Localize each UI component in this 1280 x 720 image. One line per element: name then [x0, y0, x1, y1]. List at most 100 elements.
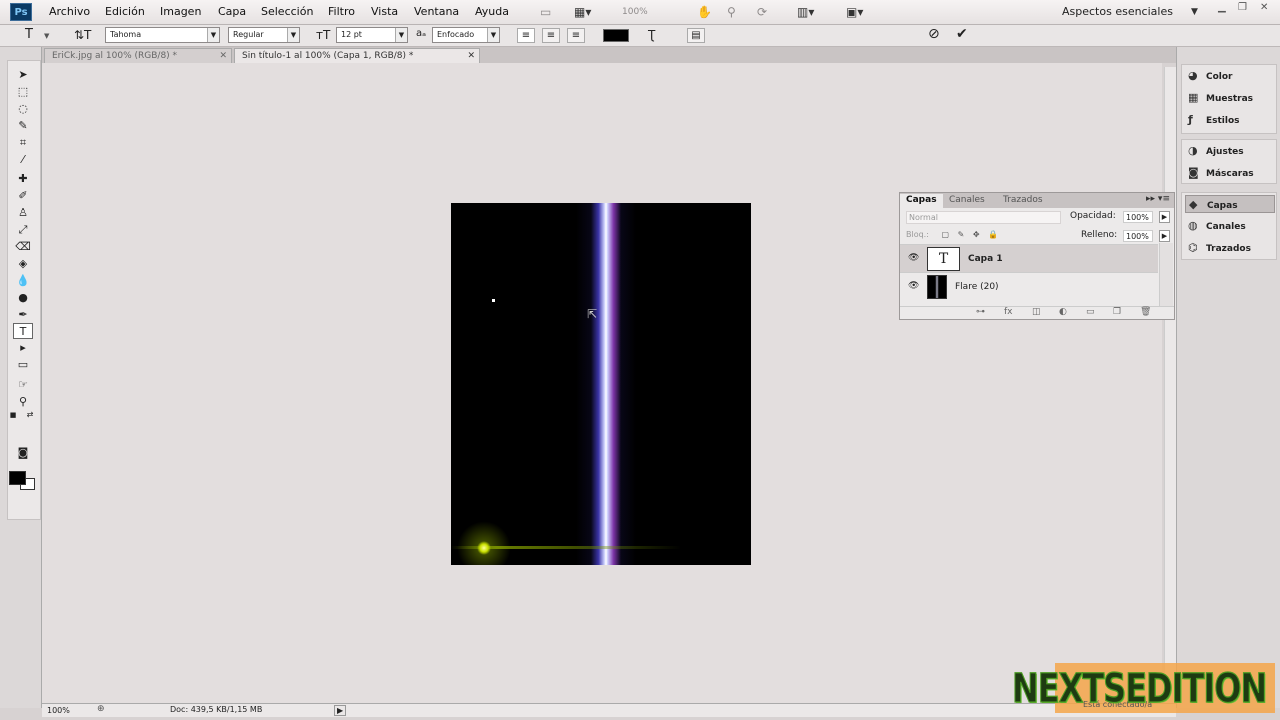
close-icon[interactable]: ✕: [467, 49, 475, 63]
warp-text-icon[interactable]: Ʈ: [648, 28, 655, 42]
link-layers-icon[interactable]: ⊶: [976, 307, 985, 317]
close-icon[interactable]: ✕: [219, 49, 227, 63]
marquee-tool-icon[interactable]: ⬚: [13, 84, 33, 100]
opacity-field[interactable]: 100%: [1123, 211, 1153, 223]
history-brush-tool-icon[interactable]: ⤢: [13, 222, 33, 238]
new-layer-icon[interactable]: ❐: [1113, 307, 1121, 317]
font-size-select[interactable]: 12 pt ▼: [336, 27, 408, 43]
panel-menu-icon[interactable]: ▸▸ ▾≡: [1146, 194, 1170, 204]
eyedropper-tool-icon[interactable]: ⁄: [13, 152, 33, 168]
preset-dropdown-icon[interactable]: ▼: [44, 32, 49, 40]
dock-item-ajustes[interactable]: ◑ Ajustes: [1188, 142, 1278, 160]
canvas-area[interactable]: ⇱: [42, 63, 1176, 704]
type-tool-preset-icon[interactable]: T: [25, 27, 33, 42]
quick-selection-tool-icon[interactable]: ✎: [13, 118, 33, 134]
screen-mode-icon[interactable]: ▣▾: [846, 5, 863, 19]
lock-all-icon[interactable]: 🔒: [988, 230, 998, 239]
cancel-edit-icon[interactable]: ⊘: [928, 26, 940, 42]
menu-vista[interactable]: Vista: [371, 5, 398, 18]
eraser-tool-icon[interactable]: ⌫: [13, 239, 33, 255]
tab-sin-titulo[interactable]: Sin título-1 al 100% (Capa 1, RGB/8) * ✕: [234, 48, 480, 63]
quick-mask-icon[interactable]: ◙: [13, 445, 33, 461]
layer-row-capa-1[interactable]: 👁 T Capa 1: [900, 244, 1158, 272]
lasso-tool-icon[interactable]: ◌: [13, 101, 33, 117]
dock-item-canales[interactable]: ◍ Canales: [1188, 217, 1278, 235]
close-window-icon[interactable]: ✕: [1260, 2, 1268, 13]
restore-icon[interactable]: ❐: [1238, 2, 1247, 13]
shape-tool-icon[interactable]: ▭: [13, 357, 33, 373]
character-panel-button[interactable]: ▤: [687, 28, 705, 43]
menu-imagen[interactable]: Imagen: [160, 5, 201, 18]
hand-tool-icon[interactable]: ☞: [13, 377, 33, 393]
minimize-icon[interactable]: ▁: [1218, 2, 1226, 13]
fill-field[interactable]: 100%: [1123, 230, 1153, 242]
path-selection-tool-icon[interactable]: ▸: [13, 340, 33, 356]
antialias-select[interactable]: Enfocado ▼: [432, 27, 500, 43]
lock-transparency-icon[interactable]: ▢: [941, 230, 949, 239]
menu-filtro[interactable]: Filtro: [328, 5, 355, 18]
paint-bucket-tool-icon[interactable]: ◈: [13, 256, 33, 272]
dodge-tool-icon[interactable]: ●: [13, 290, 33, 306]
menu-edicion[interactable]: Edición: [105, 5, 145, 18]
move-tool-icon[interactable]: ➤: [13, 67, 33, 83]
arrange-documents-icon[interactable]: ▥▾: [797, 5, 814, 19]
status-preview-icon[interactable]: ⊕: [97, 704, 105, 714]
document-canvas[interactable]: ⇱: [451, 203, 751, 565]
status-menu-arrow-icon[interactable]: ▶: [334, 705, 347, 716]
visibility-eye-icon[interactable]: 👁: [908, 253, 919, 263]
dock-item-estilos[interactable]: ƒ Estilos: [1188, 111, 1278, 129]
align-right-button[interactable]: ≡: [567, 28, 585, 43]
healing-brush-tool-icon[interactable]: ✚: [13, 171, 33, 187]
dock-item-capas[interactable]: ◆ Capas: [1185, 195, 1275, 213]
workspace-dropdown-icon[interactable]: ▼: [1191, 7, 1198, 17]
pen-tool-icon[interactable]: ✒: [13, 307, 33, 323]
font-family-select[interactable]: Tahoma ▼: [105, 27, 220, 43]
dock-item-mascaras[interactable]: ◙ Máscaras: [1188, 164, 1278, 182]
rotate-view-icon[interactable]: ⟳: [757, 5, 767, 19]
hand-tool-icon[interactable]: ✋: [697, 5, 712, 19]
add-mask-icon[interactable]: ◫: [1032, 307, 1041, 317]
vertical-scrollbar[interactable]: [1164, 67, 1176, 703]
status-zoom-field[interactable]: 100%: [47, 706, 70, 715]
font-style-select[interactable]: Regular ▼: [228, 27, 300, 43]
blur-tool-icon[interactable]: 💧: [13, 273, 33, 289]
text-color-swatch[interactable]: [603, 29, 629, 42]
workspace-switcher[interactable]: Aspectos esenciales: [1062, 5, 1173, 18]
adjustment-layer-icon[interactable]: ◐: [1059, 307, 1067, 317]
visibility-eye-icon[interactable]: 👁: [908, 281, 919, 291]
lock-position-icon[interactable]: ✥: [973, 230, 980, 239]
dock-item-color[interactable]: ◕ Color: [1188, 67, 1278, 85]
opacity-slider-icon[interactable]: ▶: [1159, 211, 1170, 223]
align-left-button[interactable]: ≡: [517, 28, 535, 43]
dock-item-muestras[interactable]: ▦ Muestras: [1188, 89, 1278, 107]
clone-stamp-tool-icon[interactable]: ♙: [13, 205, 33, 221]
menu-ayuda[interactable]: Ayuda: [475, 5, 509, 18]
swap-colors-icon[interactable]: ⇄: [24, 407, 36, 423]
default-colors-icon[interactable]: ■: [8, 407, 18, 423]
lock-pixels-icon[interactable]: ✎: [958, 230, 965, 239]
text-orientation-icon[interactable]: ⇅T: [74, 28, 91, 42]
dock-item-trazados[interactable]: ⌬ Trazados: [1188, 239, 1278, 257]
menu-archivo[interactable]: Archivo: [49, 5, 90, 18]
tab-canales[interactable]: Canales: [943, 194, 991, 208]
brush-tool-icon[interactable]: ✐: [13, 188, 33, 204]
fill-slider-icon[interactable]: ▶: [1159, 230, 1170, 242]
delete-layer-icon[interactable]: 🗑: [1140, 307, 1151, 317]
menu-capa[interactable]: Capa: [218, 5, 246, 18]
menu-seleccion[interactable]: Selección: [261, 5, 313, 18]
crop-tool-icon[interactable]: ⌗: [13, 135, 33, 151]
layers-scrollbar[interactable]: [1159, 243, 1173, 306]
menu-ventana[interactable]: Ventana: [414, 5, 459, 18]
commit-edit-icon[interactable]: ✔: [956, 26, 968, 42]
tab-erick[interactable]: EriCk.jpg al 100% (RGB/8) * ✕: [44, 48, 232, 63]
layer-style-icon[interactable]: fx: [1004, 307, 1013, 317]
foreground-color-swatch[interactable]: [9, 471, 26, 485]
bridge-icon[interactable]: ▭: [540, 5, 551, 19]
zoom-tool-icon[interactable]: ⚲: [727, 5, 736, 19]
align-center-button[interactable]: ≡: [542, 28, 560, 43]
tab-trazados[interactable]: Trazados: [997, 194, 1049, 208]
type-tool-icon[interactable]: T: [13, 323, 33, 339]
view-extras-icon[interactable]: ▦▾: [574, 5, 591, 19]
zoom-level-menu[interactable]: 100%: [622, 7, 648, 17]
tab-capas[interactable]: Capas: [900, 194, 943, 208]
